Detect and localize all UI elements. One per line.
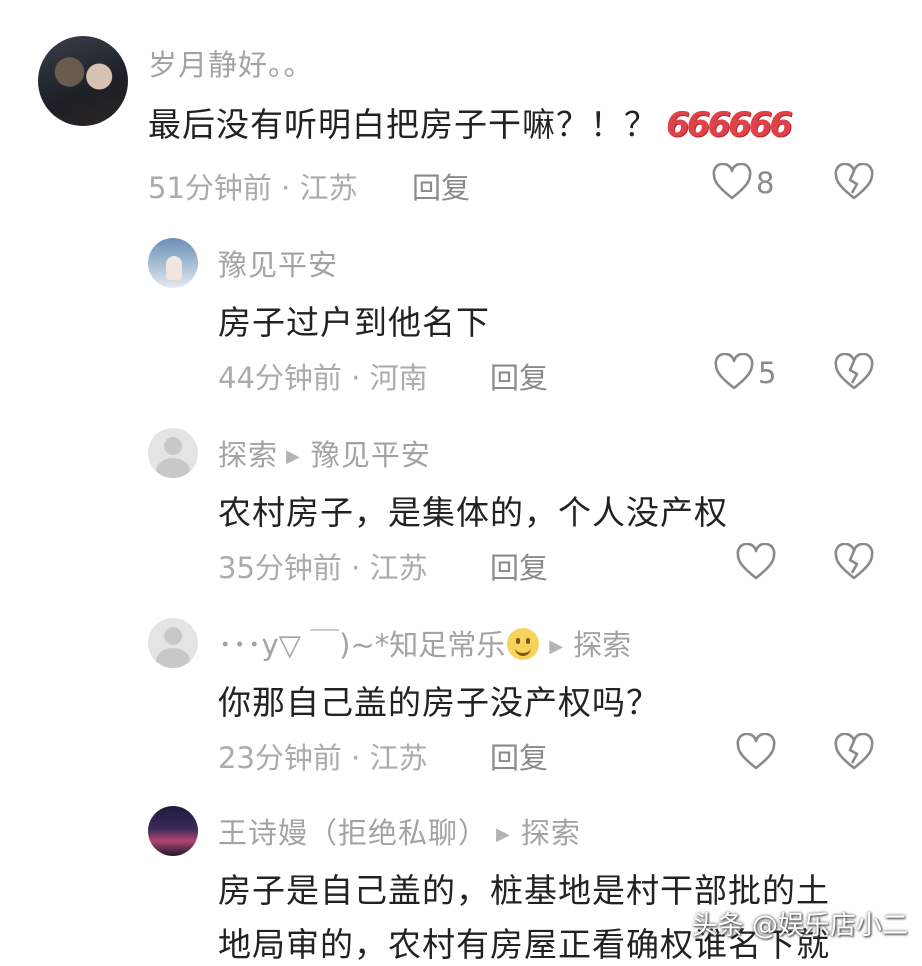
comment-content: 最后没有听明白把房子干嘛？！？ 666666	[148, 98, 793, 146]
reply-target[interactable]: 探索	[573, 628, 631, 662]
comment-username[interactable]: ･･･y▽ ￣)~*知足常乐 ▶ 探索	[218, 622, 631, 664]
comment-meta: 51分钟前 · 江苏	[148, 165, 358, 207]
reply-button[interactable]: 回复	[490, 355, 548, 397]
like-button[interactable]: 8	[712, 163, 774, 203]
avatar[interactable]	[148, 618, 198, 668]
like-count: 8	[756, 166, 775, 200]
broken-heart-icon[interactable]	[834, 543, 874, 583]
reply-button[interactable]: 回复	[490, 735, 548, 777]
avatar[interactable]	[148, 428, 198, 478]
reply-target[interactable]: 豫见平安	[311, 438, 431, 472]
comment-item: 岁月静好。。 最后没有听明白把房子干嘛？！？ 666666 51分钟前 · 江苏 …	[0, 0, 922, 220]
comment-location: 江苏	[299, 171, 358, 205]
reply-button[interactable]: 回复	[412, 165, 470, 207]
reply-arrow-icon: ▶	[286, 446, 301, 467]
comment-username[interactable]: 探索 ▶ 豫见平安	[218, 432, 431, 474]
comment-text: 最后没有听明白把房子干嘛？！？	[148, 105, 658, 144]
comment-username[interactable]: 王诗嫚（拒绝私聊） ▶ 探索	[218, 810, 581, 852]
like-button[interactable]	[736, 733, 780, 773]
like-button[interactable]	[736, 543, 780, 583]
comment-meta: 35分钟前 · 江苏	[218, 545, 428, 587]
comment-time: 23分钟前	[218, 741, 342, 775]
comment-content: 房子过户到他名下	[218, 303, 490, 342]
heart-icon	[736, 543, 776, 580]
comment-content: 农村房子，是集体的，个人没产权	[218, 493, 728, 532]
comment-location: 江苏	[369, 551, 428, 585]
meta-separator: ·	[341, 741, 370, 775]
heart-icon	[736, 733, 776, 770]
smiley-emoji-icon	[507, 628, 540, 660]
reply-author: 探索	[218, 438, 279, 472]
broken-heart-icon[interactable]	[834, 733, 874, 773]
comment-location: 江苏	[369, 741, 428, 775]
comment-meta: 23分钟前 · 江苏	[218, 735, 428, 777]
comment-username[interactable]: 豫见平安	[218, 242, 338, 284]
heart-icon	[712, 163, 752, 200]
like-button[interactable]: 5	[714, 353, 776, 393]
emote-666-sticker: 666666	[666, 105, 793, 145]
broken-heart-icon[interactable]	[834, 163, 874, 203]
comment-meta: 44分钟前 · 河南	[218, 355, 428, 397]
reply-button[interactable]: 回复	[490, 545, 548, 587]
reply-arrow-icon: ▶	[549, 636, 564, 657]
comment-time: 44分钟前	[218, 361, 342, 395]
avatar[interactable]	[38, 36, 128, 126]
comment-content: 你那自己盖的房子没产权吗？	[218, 683, 660, 722]
reply-author: ･･･y▽ ￣)~*知足常乐	[218, 628, 506, 662]
avatar[interactable]	[148, 806, 198, 856]
reply-arrow-icon: ▶	[496, 824, 511, 845]
comment-time: 35分钟前	[218, 551, 342, 585]
comment-username[interactable]: 岁月静好。。	[148, 42, 314, 84]
comment-item: 王诗嫚（拒绝私聊） ▶ 探索 房子是自己盖的，桩基地是村干部批的土 地局审的，农村有…	[0, 0, 922, 964]
comment-time: 51分钟前	[148, 171, 272, 205]
like-count: 5	[758, 356, 777, 390]
meta-separator: ·	[341, 551, 370, 585]
meta-separator: ·	[271, 171, 300, 205]
watermark: 头条 @娱乐店小二	[691, 911, 908, 941]
avatar[interactable]	[148, 238, 198, 288]
broken-heart-icon[interactable]	[834, 353, 874, 393]
meta-separator: ·	[341, 361, 370, 395]
reply-author: 王诗嫚（拒绝私聊）	[218, 816, 489, 850]
heart-icon	[714, 353, 754, 390]
reply-target[interactable]: 探索	[521, 816, 581, 850]
comment-location: 河南	[369, 361, 428, 395]
